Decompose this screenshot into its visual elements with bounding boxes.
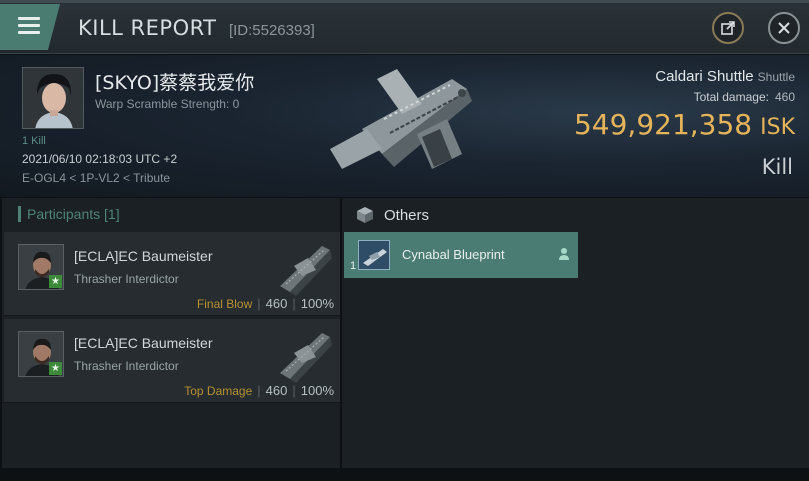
participants-panel: Participants [1] ★ [ECLA]EC Baumeister T… xyxy=(2,198,340,468)
attacker-stats: Top Damage | 460 | 100% xyxy=(184,383,334,398)
item-name: Cynabal Blueprint xyxy=(402,247,505,262)
dropped-item[interactable]: 1 Cynabal Blueprint xyxy=(344,232,578,278)
participants-heading[interactable]: Participants [1] xyxy=(18,206,120,222)
weapon-ship-icon[interactable] xyxy=(272,236,336,298)
close-icon xyxy=(778,22,790,34)
attacker-damage: 460 xyxy=(265,383,288,398)
person-icon[interactable] xyxy=(558,247,570,261)
report-id: [ID:5526393] xyxy=(228,22,315,39)
isk-unit: ISK xyxy=(760,115,795,140)
blueprint-icon xyxy=(359,241,389,269)
kill-location[interactable]: E-OGL4 < 1P-VL2 < Tribute xyxy=(22,171,170,185)
participant-row[interactable]: ★ [ECLA]EC Baumeister Thrasher Interdict… xyxy=(4,319,340,403)
isk-amount: 549,921,358 xyxy=(573,108,753,141)
ship-name: Caldari Shuttle xyxy=(655,68,754,85)
menu-button[interactable] xyxy=(0,4,60,50)
attacker-damage: 460 xyxy=(265,296,288,311)
kills-badge: 1 Kill xyxy=(22,135,46,147)
attacker-ship[interactable]: Thrasher Interdictor xyxy=(74,359,179,373)
total-damage-value: 460 xyxy=(774,90,795,104)
item-quantity: 1 xyxy=(350,260,357,272)
kill-timestamp: 2021/06/10 02:18:03 UTC +2 xyxy=(22,152,178,166)
victim-ship-type[interactable]: Caldari Shuttle Shuttle xyxy=(655,68,795,85)
page-title-group: KILL REPORT [ID:5526393] xyxy=(78,16,315,40)
external-link-icon xyxy=(721,21,735,35)
standing-star-icon: ★ xyxy=(49,362,62,375)
weapon-ship-icon[interactable] xyxy=(272,323,336,385)
attacker-portrait[interactable]: ★ xyxy=(18,331,64,377)
ship-class: Shuttle xyxy=(757,70,795,84)
cargo-box-icon xyxy=(357,207,373,223)
total-damage: Total damage: 460 xyxy=(694,90,795,104)
attacker-role: Top Damage xyxy=(184,384,253,398)
attacker-name[interactable]: [ECLA]EC Baumeister xyxy=(74,248,213,264)
attacker-percent: 100% xyxy=(300,383,334,398)
character-portrait-icon xyxy=(23,68,83,128)
total-damage-label: Total damage: xyxy=(693,90,769,104)
bottom-edge xyxy=(0,468,809,481)
victim-portrait[interactable] xyxy=(22,67,84,129)
menu-icon xyxy=(18,17,40,20)
attacker-name[interactable]: [ECLA]EC Baumeister xyxy=(74,335,213,351)
kill-report-header: KILL REPORT [ID:5526393] xyxy=(0,0,809,54)
participant-row[interactable]: ★ [ECLA]EC Baumeister Thrasher Interdict… xyxy=(4,232,340,316)
others-heading-label: Others xyxy=(384,206,430,224)
others-heading: Others xyxy=(356,206,429,224)
victim-banner: [SKYO]蔡蔡我爱你 Warp Scramble Strength: 0 1 … xyxy=(0,55,809,197)
attacker-portrait[interactable]: ★ xyxy=(18,244,64,290)
attacker-role: Final Blow xyxy=(196,297,253,311)
victim-name[interactable]: [SKYO]蔡蔡我爱你 xyxy=(95,68,254,95)
attacker-percent: 100% xyxy=(300,296,334,311)
blueprint-thumbnail xyxy=(358,240,390,270)
attacker-stats: Final Blow | 460 | 100% xyxy=(196,296,334,311)
page-title: KILL REPORT xyxy=(78,16,217,40)
isk-value: 549,921,358 ISK xyxy=(574,108,795,141)
others-panel: Others 1 Cynabal Blueprint xyxy=(342,198,809,468)
warp-scramble-strength: Warp Scramble Strength: 0 xyxy=(95,97,240,111)
standing-star-icon: ★ xyxy=(49,275,62,288)
share-button[interactable] xyxy=(712,12,744,44)
close-button[interactable] xyxy=(768,12,800,44)
attacker-ship[interactable]: Thrasher Interdictor xyxy=(74,272,179,286)
kill-result-label: Kill xyxy=(761,155,793,179)
shuttle-ship-icon[interactable] xyxy=(322,59,482,191)
